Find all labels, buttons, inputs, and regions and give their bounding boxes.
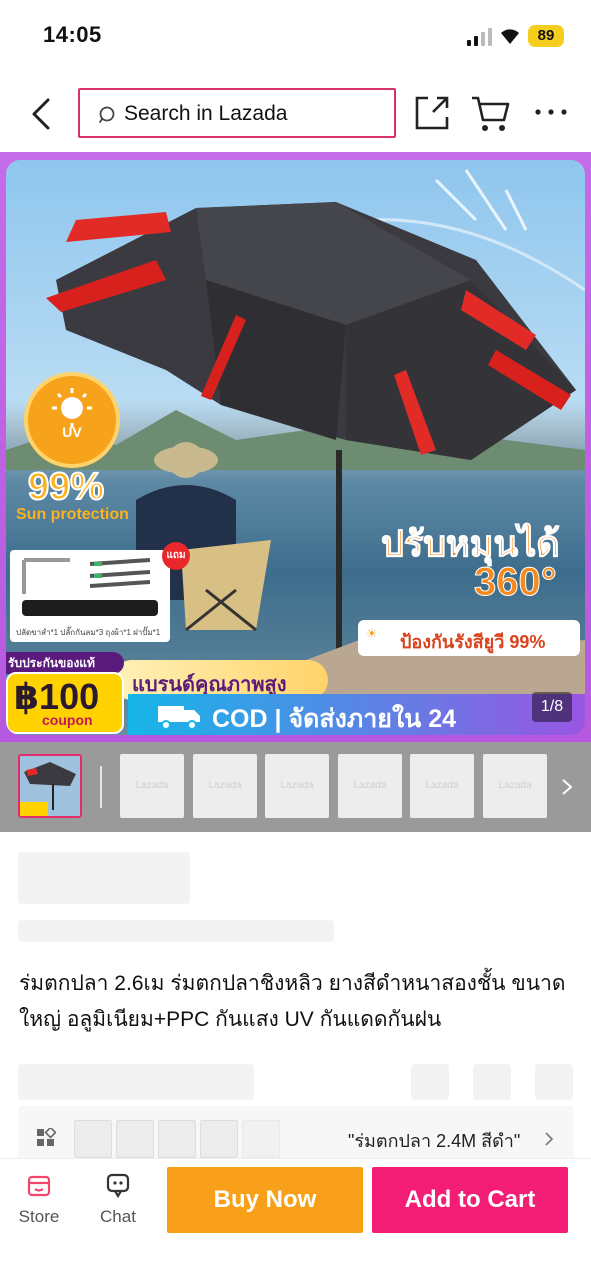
chat-icon bbox=[106, 1173, 130, 1199]
product-image: UV 99% Sun protection ปรับหมุนได้ 360° ☀… bbox=[6, 160, 585, 735]
status-bar: 14:05 89 bbox=[0, 0, 591, 72]
subprice-skeleton bbox=[18, 920, 334, 942]
add-to-cart-button[interactable]: Add to Cart bbox=[372, 1167, 568, 1233]
uv-badge: UV bbox=[24, 372, 120, 468]
thumbnail-divider bbox=[100, 766, 102, 808]
store-label: Store bbox=[18, 1207, 60, 1226]
variant-thumbnail[interactable] bbox=[200, 1120, 238, 1158]
variant-thumbnail[interactable] bbox=[158, 1120, 196, 1158]
store-icon bbox=[27, 1175, 51, 1197]
chevron-right-icon[interactable] bbox=[560, 776, 574, 798]
action-skeleton bbox=[411, 1064, 449, 1100]
uv-label: UV bbox=[62, 424, 82, 440]
battery-indicator: 89 bbox=[528, 25, 564, 47]
parts-caption: ปลัดขาสำ*1 ปลั๊กกันลม*3 ถุงผ้า*1 ฝาปั๊ม*… bbox=[16, 628, 161, 637]
product-image-carousel[interactable]: UV 99% Sun protection ปรับหมุนได้ 360° ☀… bbox=[0, 152, 591, 742]
more-icon[interactable] bbox=[534, 102, 568, 122]
variant-thumbnail[interactable] bbox=[242, 1120, 280, 1158]
thumbnail-active[interactable] bbox=[18, 754, 82, 818]
cod-banner: COD | จัดส่งภายใน 24 bbox=[128, 694, 585, 735]
action-skeleton bbox=[535, 1064, 573, 1100]
price-skeleton bbox=[18, 852, 190, 904]
back-arrow-icon[interactable] bbox=[24, 94, 58, 134]
grid-icon bbox=[37, 1128, 56, 1146]
buy-now-button[interactable]: Buy Now bbox=[167, 1167, 363, 1233]
image-counter: 1/8 bbox=[532, 692, 572, 722]
coupon-guarantee: รับประกันของแท้ bbox=[6, 652, 124, 674]
search-input[interactable]: Search in Lazada bbox=[78, 88, 396, 138]
search-icon bbox=[99, 106, 115, 123]
top-header: Search in Lazada bbox=[0, 72, 591, 152]
gift-badge: แถม bbox=[162, 542, 190, 570]
uv-percent: 99% bbox=[27, 465, 105, 509]
uv-sun-icon: ☀ bbox=[366, 626, 378, 641]
action-skeleton bbox=[473, 1064, 511, 1100]
coupon-badge: รับประกันของแท้ ฿100 coupon bbox=[6, 652, 136, 735]
signal-icon bbox=[467, 28, 492, 46]
sun-protection-label: Sun protection bbox=[16, 506, 129, 523]
thumbnail-placeholder[interactable]: Lazada bbox=[410, 754, 474, 818]
share-icon[interactable] bbox=[413, 94, 451, 132]
cart-icon[interactable] bbox=[470, 94, 512, 134]
thumbnail-umbrella-image bbox=[20, 756, 80, 816]
variant-selector[interactable]: "ร่มตกปลา 2.4M สีดำ" bbox=[18, 1106, 574, 1164]
store-button[interactable]: Store bbox=[9, 1171, 69, 1231]
variant-thumbnail[interactable] bbox=[74, 1120, 112, 1158]
coupon-body: ฿100 coupon bbox=[6, 672, 124, 734]
thumbnail-strip: Lazada Lazada Lazada Lazada Lazada Lazad… bbox=[0, 742, 591, 832]
sun-icon bbox=[52, 388, 92, 428]
bottom-action-bar: Store Chat Buy Now Add to Cart bbox=[0, 1158, 591, 1280]
chat-label: Chat bbox=[100, 1207, 136, 1226]
product-title: ร่มตกปลา 2.6เม ร่มตกปลาชิงหลิว ยางสีดำหน… bbox=[19, 972, 566, 1031]
thumbnail-placeholder[interactable]: Lazada bbox=[338, 754, 402, 818]
variant-thumbnail[interactable] bbox=[116, 1120, 154, 1158]
thumbnail-placeholder[interactable]: Lazada bbox=[193, 754, 257, 818]
status-time: 14:05 bbox=[43, 22, 102, 47]
rotate-degrees: 360° bbox=[474, 560, 558, 605]
parts-illustration bbox=[22, 558, 158, 616]
thumbnail-placeholder[interactable]: Lazada bbox=[265, 754, 329, 818]
truck-icon bbox=[158, 706, 200, 730]
rating-skeleton bbox=[18, 1064, 254, 1100]
cod-label: COD | จัดส่งภายใน 24 bbox=[212, 705, 457, 733]
coupon-label: coupon bbox=[42, 712, 93, 728]
included-parts-box: ปลัดขาสำ*1 ปลั๊กกันลม*3 ถุงผ้า*1 ฝาปั๊ม*… bbox=[10, 550, 170, 642]
uv-protect-label: ป้องกันรังสียูวี 99% bbox=[400, 632, 546, 652]
search-placeholder: Search in Lazada bbox=[124, 102, 288, 125]
thumbnail-placeholder[interactable]: Lazada bbox=[483, 754, 547, 818]
uv-protect-pill: ☀ ป้องกันรังสียูวี 99% bbox=[358, 620, 580, 656]
selected-variant-label: "ร่มตกปลา 2.4M สีดำ" bbox=[348, 1131, 521, 1151]
wifi-icon bbox=[501, 29, 519, 44]
chat-button[interactable]: Chat bbox=[88, 1171, 148, 1231]
thumbnail-placeholder[interactable]: Lazada bbox=[120, 754, 184, 818]
chevron-right-icon bbox=[545, 1132, 554, 1146]
